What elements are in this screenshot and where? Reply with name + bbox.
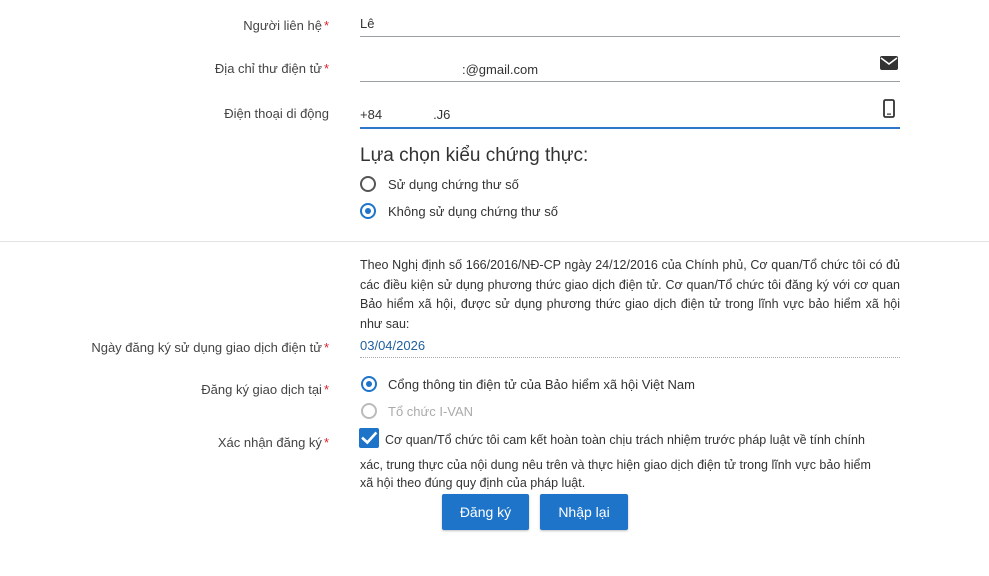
radio-ivan-label: Tổ chức I-VAN — [388, 404, 474, 419]
confirm-text-line-2: xác, trung thực của nội dung nêu trên và… — [360, 458, 871, 472]
radio-ivan[interactable] — [361, 403, 377, 419]
auth-heading: Lựa chọn kiểu chứng thực: — [360, 145, 589, 166]
radio-use-certificate-label: Sử dụng chứng thư số — [388, 177, 519, 192]
legal-notice: Theo Nghị định số 166/2016/NĐ-CP ngày 24… — [360, 258, 900, 331]
mobile-phone-icon — [883, 99, 895, 121]
radio-use-certificate[interactable] — [360, 176, 376, 192]
confirm-checkbox[interactable] — [359, 428, 379, 448]
radio-no-certificate-label: Không sử dụng chứng thư số — [388, 204, 558, 219]
checkmark-icon — [361, 431, 378, 445]
reset-button[interactable]: Nhập lại — [540, 494, 628, 530]
phone-input[interactable]: +84 .J6 — [360, 107, 900, 122]
reg-date-value: 03/04/2026 — [360, 338, 426, 353]
confirm-text-line-1: Cơ quan/Tổ chức tôi cam kết hoàn toàn ch… — [385, 433, 865, 447]
reg-date-underline — [360, 357, 900, 358]
contact-label: Người liên hệ * — [243, 18, 329, 33]
envelope-icon — [880, 56, 898, 73]
phone-underline — [360, 127, 900, 129]
phone-label: Điện thoại di động — [224, 106, 329, 121]
section-divider — [0, 241, 989, 242]
reg-at-label: Đăng ký giao dịch tại * — [201, 382, 329, 397]
confirm-label: Xác nhận đăng ký * — [217, 435, 329, 450]
radio-bhxh-portal-label: Cổng thông tin điện tử của Bảo hiểm xã h… — [388, 377, 695, 392]
register-button[interactable]: Đăng ký — [442, 494, 529, 530]
email-label: Địa chỉ thư điện tử * — [214, 61, 329, 76]
contact-underline — [360, 36, 900, 37]
email-underline — [360, 81, 900, 82]
contact-input[interactable]: Lê — [360, 16, 900, 31]
reg-date-label: Ngày đăng ký sử dụng giao dịch điện tử * — [91, 340, 329, 355]
email-input[interactable]: :@gmail.com — [360, 62, 900, 77]
confirm-text-line-3: xã hội theo đúng quy định của pháp luật. — [360, 476, 586, 490]
radio-bhxh-portal[interactable] — [361, 376, 377, 392]
radio-no-certificate[interactable] — [360, 203, 376, 219]
